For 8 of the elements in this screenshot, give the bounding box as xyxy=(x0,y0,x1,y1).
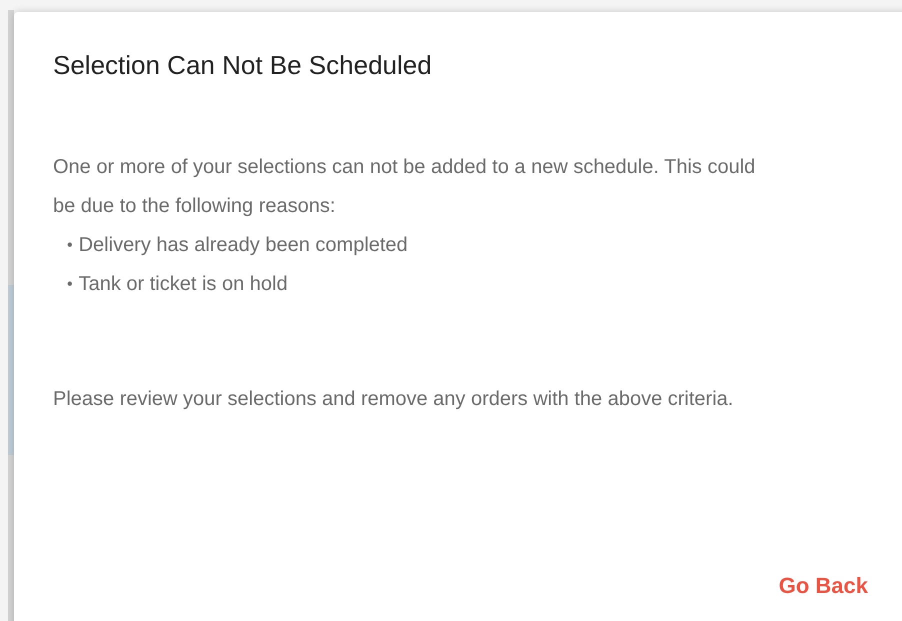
intro-text: One or more of your selections can not be added to a new schedule. This could be due to the following reasons: xyxy=(53,155,756,219)
bullet: • xyxy=(67,236,73,256)
reason-text: Tank or ticket is on hold xyxy=(78,272,288,297)
reason-text: Delivery has already been completed xyxy=(78,233,408,258)
bullet: • xyxy=(67,274,73,294)
dialog-title: Selection Can Not Be Scheduled xyxy=(53,50,432,80)
note-text: Please review your selections and remove any orders with the above criteria. xyxy=(53,387,734,412)
go-back-button[interactable]: Go Back xyxy=(776,565,870,606)
